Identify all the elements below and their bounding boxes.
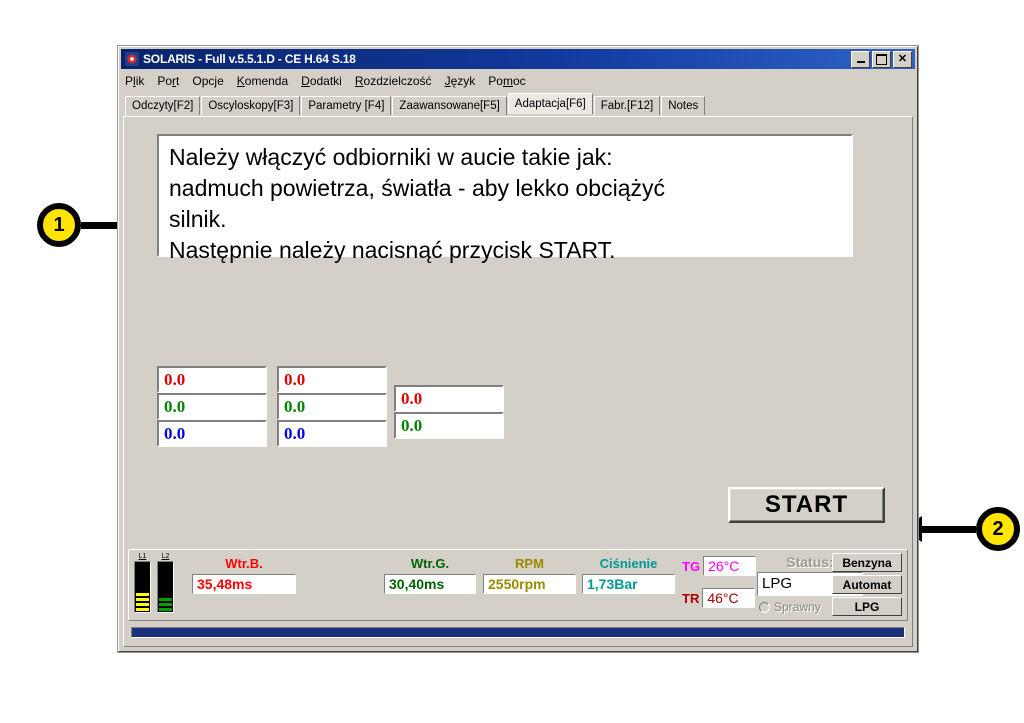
menu-bar: Plik Port Opcje Komenda Dodatki Rozdziel…	[119, 69, 917, 91]
value-b3: 0.0	[277, 420, 387, 447]
menu-item-komenda[interactable]: Komenda	[237, 74, 288, 88]
level-bar-l1-label: L1	[138, 553, 147, 560]
tab-strip: Odczyty[F2] Oscyloskopy[F3] Parametry [F…	[119, 93, 917, 115]
tab-notes[interactable]: Notes	[661, 96, 706, 115]
tab-odczyty[interactable]: Odczyty[F2]	[125, 96, 201, 115]
temperature-tg: TG 26°C	[682, 556, 757, 576]
readout-cisnienie-value: 1,73Bar	[582, 574, 675, 594]
value-c2: 0.0	[394, 412, 504, 439]
readout-wtrb: Wtr.B. 35,48ms	[192, 556, 296, 594]
temperature-tr-value: 46°C	[702, 588, 756, 608]
level-bar-l2-label: L2	[161, 553, 170, 560]
menu-item-pomoc[interactable]: Pomoc	[488, 74, 525, 88]
close-icon[interactable]: ✕	[893, 50, 912, 68]
readout-wtrg-label: Wtr.G.	[410, 556, 450, 571]
value-b2: 0.0	[277, 393, 387, 420]
level-bar-l2: L2	[157, 553, 174, 613]
instruction-text: Należy włączyć odbiorniki w aucie takie …	[169, 144, 666, 263]
readout-wtrg-value: 30,40ms	[384, 574, 476, 594]
mode-buttons: Benzyna Automat LPG	[832, 553, 902, 616]
minimize-icon[interactable]	[851, 50, 870, 68]
temperature-tg-label: TG	[682, 558, 701, 574]
mode-button-lpg[interactable]: LPG	[832, 597, 902, 616]
value-c1: 0.0	[394, 385, 504, 412]
tab-parametry[interactable]: Parametry [F4]	[301, 96, 392, 115]
maximize-icon[interactable]	[872, 50, 891, 68]
level-bar-l1: L1	[134, 553, 151, 613]
window-title: SOLARIS - Full v.5.5.1.D - CE H.64 S.18	[143, 52, 356, 66]
callout-marker-2: 2	[902, 507, 1020, 551]
level-bars: L1 L2	[134, 553, 174, 613]
temperature-tg-value: 26°C	[703, 556, 757, 576]
start-button[interactable]: START	[728, 487, 885, 523]
menu-item-port[interactable]: Port	[157, 74, 179, 88]
value-group-c: 0.0 0.0	[394, 385, 504, 439]
value-b1: 0.0	[277, 366, 387, 393]
solaris-app-icon	[125, 52, 139, 66]
readout-cisnienie-label: Ciśnienie	[599, 556, 658, 571]
window-controls: ✕	[851, 50, 913, 68]
tab-zaawansowane[interactable]: Zaawansowane[F5]	[392, 96, 507, 115]
menu-item-rozdzielczosc[interactable]: Rozdzielczość	[355, 74, 432, 88]
readout-rpm-value: 2550rpm	[483, 574, 576, 594]
value-group-a: 0.0 0.0 0.0	[157, 366, 267, 447]
readout-wtrg: Wtr.G. 30,40ms	[384, 556, 476, 594]
menu-item-opcje[interactable]: Opcje	[192, 74, 223, 88]
readout-rpm: RPM 2550rpm	[483, 556, 576, 594]
mode-button-automat[interactable]: Automat	[832, 575, 902, 594]
callout-badge-2: 2	[976, 507, 1020, 551]
value-a2: 0.0	[157, 393, 267, 420]
progress-bar	[131, 627, 905, 638]
tab-fabr[interactable]: Fabr.[F12]	[593, 96, 661, 115]
temperature-tr: TR 46°C	[682, 588, 756, 608]
title-bar[interactable]: SOLARIS - Full v.5.5.1.D - CE H.64 S.18 …	[121, 49, 915, 69]
instruction-panel: Należy włączyć odbiorniki w aucie takie …	[157, 134, 853, 263]
application-window: SOLARIS - Full v.5.5.1.D - CE H.64 S.18 …	[118, 46, 918, 652]
mode-button-benzyna[interactable]: Benzyna	[832, 553, 902, 572]
level-bar-l1-track	[134, 561, 151, 613]
menu-item-jezyk[interactable]: Język	[445, 74, 476, 88]
tab-content-adaptacja: Należy włączyć odbiorniki w aucie takie …	[123, 116, 913, 647]
status-panel: L1 L2 Wtr.B. 35,48ms Wtr.G. 30,40ms RPM …	[128, 549, 908, 621]
callout-badge-1: 1	[37, 203, 81, 247]
readout-wtrb-value: 35,48ms	[192, 574, 296, 594]
value-group-b: 0.0 0.0 0.0	[277, 366, 387, 447]
menu-item-dodatki[interactable]: Dodatki	[301, 74, 342, 88]
callout-arrow-line-2	[922, 525, 976, 533]
menu-item-plik[interactable]: Plik	[125, 74, 144, 88]
level-bar-l2-track	[157, 561, 174, 613]
value-a3: 0.0	[157, 420, 267, 447]
status-radio-label: Sprawny	[774, 600, 821, 614]
tab-oscyloskopy[interactable]: Oscyloskopy[F3]	[201, 96, 301, 115]
readout-wtrb-label: Wtr.B.	[225, 556, 263, 571]
temperature-tr-label: TR	[682, 590, 700, 606]
radio-button-icon[interactable]	[759, 601, 770, 613]
readout-rpm-label: RPM	[515, 556, 544, 571]
readout-cisnienie: Ciśnienie 1,73Bar	[582, 556, 675, 594]
tab-adaptacja[interactable]: Adaptacja[F6]	[507, 93, 593, 114]
value-a1: 0.0	[157, 366, 267, 393]
